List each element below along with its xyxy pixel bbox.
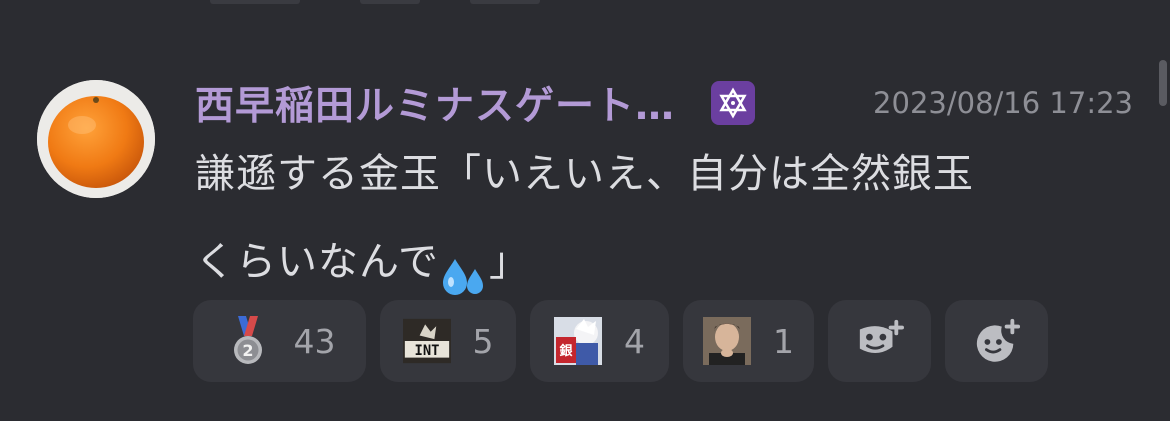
message-body: 謙遜する金玉「いえいえ、自分は全然銀玉 くらいなんで 」 xyxy=(195,130,1135,306)
message-line-2: くらいなんで 」 xyxy=(195,218,1135,306)
sweat-droplets-emoji xyxy=(441,242,487,295)
message-line-1: 謙遜する金玉「いえいえ、自分は全然銀玉 xyxy=(195,151,974,197)
reaction-bar: 2 43 INT 5 銀 4 1 xyxy=(193,300,1048,382)
scrollbar[interactable] xyxy=(1156,0,1170,421)
reaction-int[interactable]: INT 5 xyxy=(380,300,516,382)
second-place-medal-icon: 2 xyxy=(224,316,272,365)
svg-text:銀: 銀 xyxy=(559,343,572,359)
reaction-count: 4 xyxy=(624,321,645,361)
star-of-david-icon xyxy=(711,81,756,125)
message-line-2-text: くらいなんで xyxy=(195,239,439,285)
man-photo-custom-emoji-icon xyxy=(703,317,751,365)
reaction-man-photo[interactable]: 1 xyxy=(683,300,814,382)
reaction-count: 43 xyxy=(293,321,336,361)
reaction-count: 1 xyxy=(773,321,794,361)
svg-text:INT: INT xyxy=(414,343,439,359)
message-line-2-end: 」 xyxy=(489,239,530,285)
gintama-custom-emoji-icon: 銀 xyxy=(554,317,602,365)
author-name[interactable]: 西早稲田ルミナスゲート… xyxy=(195,75,675,131)
add-reaction-button[interactable] xyxy=(828,300,931,382)
add-super-reaction-button[interactable] xyxy=(945,300,1048,382)
int-custom-emoji-icon: INT xyxy=(402,317,451,365)
reaction-gintama[interactable]: 銀 4 xyxy=(530,300,669,382)
add-reaction-smile-icon xyxy=(973,317,1021,365)
reaction-count: 5 xyxy=(472,321,494,361)
avatar[interactable] xyxy=(37,80,155,198)
reaction-second-place-medal[interactable]: 2 43 xyxy=(193,300,366,382)
svg-text:2: 2 xyxy=(242,341,253,360)
orange-avatar-icon xyxy=(37,80,155,198)
top-tab-indicators xyxy=(0,0,1170,6)
scrollbar-thumb[interactable] xyxy=(1159,60,1167,106)
add-reaction-mask-icon xyxy=(856,317,904,365)
post-header: 西早稲田ルミナスゲート… 2023/08/16 17:23 xyxy=(195,75,1145,131)
post-timestamp: 2023/08/16 17:23 xyxy=(873,86,1133,120)
